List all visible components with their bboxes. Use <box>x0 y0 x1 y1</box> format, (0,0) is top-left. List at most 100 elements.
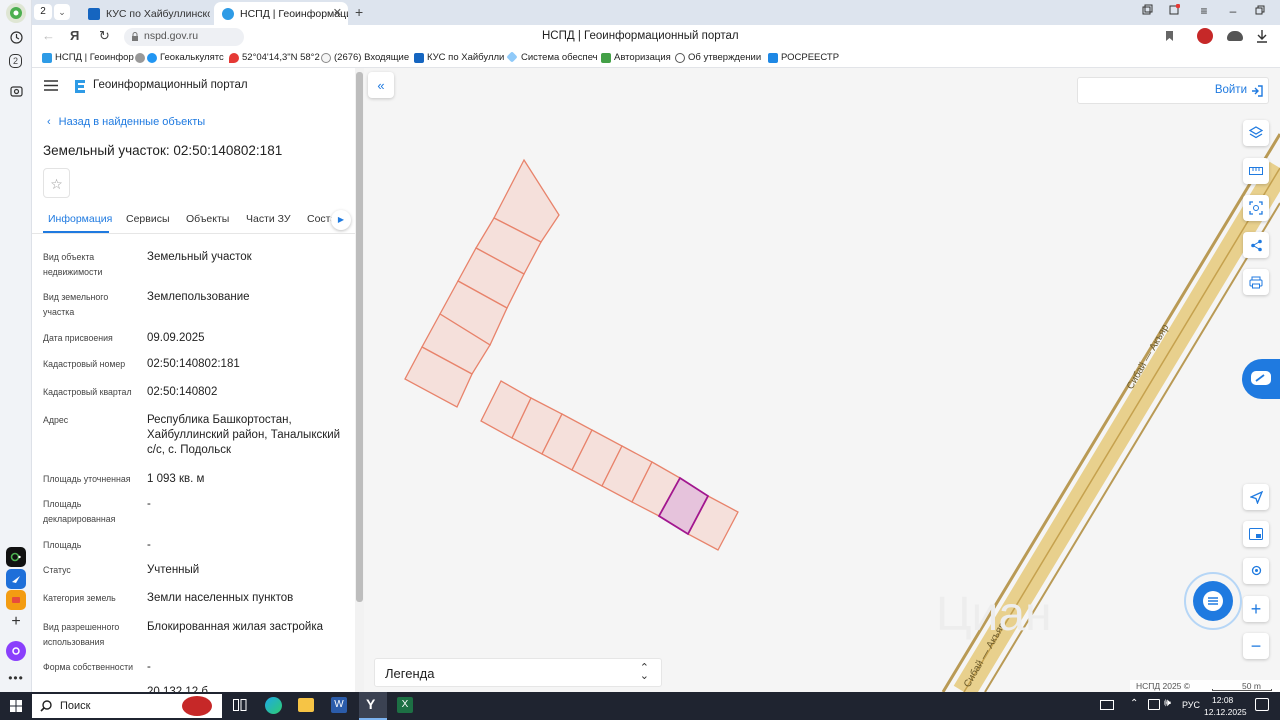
geolocation-icon[interactable] <box>1243 484 1269 510</box>
profile-icon[interactable] <box>1227 31 1243 41</box>
field-value: 02:50:140802:181 <box>147 358 240 370</box>
browser-logo-icon[interactable] <box>6 3 26 23</box>
zoom-in-icon[interactable]: + <box>1243 596 1269 622</box>
parcel-group-upper <box>404 158 560 408</box>
map-view[interactable]: Сибай — Акъяр Сибай — Акъяр Циан « Войти… <box>364 68 1280 692</box>
clock-date[interactable]: 12.12.2025 <box>1204 707 1247 717</box>
collapse-panel-icon[interactable]: « <box>368 72 394 98</box>
panel-scrollbar-thumb[interactable] <box>356 72 363 602</box>
back-icon[interactable]: ← <box>42 28 55 43</box>
bookmark-item[interactable]: НСПД | Геоинфор <box>42 52 134 63</box>
windows-start-icon[interactable] <box>10 700 22 715</box>
tabs-dropdown-icon[interactable]: ⌄ <box>54 4 70 20</box>
share-icon[interactable] <box>1243 232 1269 258</box>
network-icon[interactable] <box>1148 699 1160 710</box>
ruler-icon[interactable] <box>1243 158 1269 184</box>
task-view-icon[interactable] <box>233 699 247 714</box>
yandex-browser-taskbar-button[interactable]: Y <box>359 692 387 720</box>
file-explorer-icon[interactable] <box>298 698 314 712</box>
more-icon[interactable]: ••• <box>6 668 26 688</box>
word-icon[interactable]: W <box>331 697 347 713</box>
locate-point-icon[interactable] <box>1243 558 1269 584</box>
collections-icon[interactable] <box>1138 4 1156 18</box>
extension-icon[interactable] <box>1197 28 1213 44</box>
field-label: Вид разрешенного использования <box>43 622 120 647</box>
url-field[interactable]: nspd.gov.ru <box>124 28 244 46</box>
field-label: Статус <box>43 565 71 575</box>
tab-services[interactable]: Сервисы <box>126 213 170 225</box>
app-shortcut-icon-3[interactable] <box>6 590 26 610</box>
select-area-icon[interactable] <box>1243 195 1269 221</box>
watermark-text: Циан <box>936 588 1052 641</box>
tab-information[interactable]: Информация <box>48 213 112 225</box>
legend-label: Легенда <box>385 666 435 681</box>
bookmark-item[interactable]: Об утверждении <box>675 52 761 63</box>
history-icon[interactable] <box>6 27 26 47</box>
language-indicator[interactable]: РУС <box>1182 700 1200 710</box>
tab-objects[interactable]: Объекты <box>186 213 229 225</box>
search-placeholder: Поиск <box>60 700 91 712</box>
hamburger-menu-icon[interactable] <box>44 80 58 94</box>
map-canvas[interactable]: Сибай — Акъяр Сибай — Акъяр Циан <box>364 68 1280 692</box>
clock-time[interactable]: 12:08 <box>1212 695 1233 705</box>
taskbar-search-box[interactable]: Поиск <box>32 694 222 718</box>
field-value: Учтенный <box>147 564 200 576</box>
add-icon[interactable]: + <box>6 612 26 632</box>
legend-panel[interactable]: Легенда ⌃ ⌄ <box>374 658 662 687</box>
address-bar-row: ← Я ↻ nspd.gov.ru НСПД | Геоинформационн… <box>32 25 1280 49</box>
bookmark-item[interactable]: (2676) Входящие <box>321 52 409 63</box>
tab-kus[interactable]: КУС по Хайбуллинскому р <box>80 2 210 25</box>
bookmark-item[interactable]: 52°04'14,3"N 58°2 <box>229 52 320 63</box>
print-icon[interactable] <box>1243 269 1269 295</box>
volume-icon[interactable]: 🕪 <box>1164 697 1171 710</box>
menu-icon[interactable]: ≡ <box>1195 4 1213 18</box>
portal-title: Геоинформационный портал <box>93 79 248 91</box>
bookmark-item[interactable]: Авторизация <box>601 52 671 63</box>
zoom-out-icon[interactable]: − <box>1243 633 1269 659</box>
tab-counter-icon[interactable]: 2 <box>9 54 22 68</box>
outlook-favicon-icon <box>88 8 100 20</box>
tray-expand-icon[interactable]: ⌃ <box>1130 698 1138 709</box>
field-value: Земли населенных пунктов <box>147 592 294 604</box>
layers-icon[interactable] <box>1243 120 1269 146</box>
bookmark-item[interactable]: РОСРЕЕСТР <box>768 52 839 63</box>
keyboard-icon[interactable] <box>1100 700 1114 710</box>
bookmark-item[interactable]: КУС по Хайбулли <box>414 52 504 63</box>
chat-button[interactable] <box>1193 581 1233 621</box>
address-value: Республика Башкортостан, Хайбуллинский р… <box>147 414 341 456</box>
bookmark-icon[interactable] <box>1165 30 1174 45</box>
geocalc-favicon-icon <box>147 53 157 63</box>
tabs-scroll-right-icon[interactable]: ▶ <box>331 210 351 230</box>
yandex-icon[interactable]: Я <box>70 28 79 43</box>
alice-icon[interactable] <box>6 641 26 661</box>
bell-icon[interactable] <box>1165 3 1183 19</box>
bookmark-item[interactable]: Система обеспеч <box>506 51 598 63</box>
reload-icon[interactable]: ↻ <box>99 28 110 44</box>
back-to-results-link[interactable]: ‹ Назад в найденные объекты <box>47 116 205 128</box>
app-shortcut-icon-1[interactable] <box>6 547 26 567</box>
field-value: Землепользование <box>147 291 250 303</box>
minimap-icon[interactable] <box>1243 521 1269 547</box>
login-icon[interactable] <box>1251 85 1263 97</box>
field-value: - <box>147 498 151 510</box>
tab-nspd[interactable]: НСПД | Геоинформаци ✕ <box>214 2 348 25</box>
edge-icon[interactable] <box>265 697 282 714</box>
feedback-tab[interactable] <box>1242 359 1280 399</box>
bookmark-item[interactable]: Геокалькулятс <box>135 52 224 63</box>
tab-count-badge[interactable]: 2 <box>34 4 52 20</box>
tab-bar: 2 ⌄ КУС по Хайбуллинскому р НСПД | Геоин… <box>32 0 1280 25</box>
field-label: Кадастровый квартал <box>43 387 132 397</box>
expand-legend-icon[interactable]: ⌃ ⌄ <box>640 663 649 682</box>
minimize-icon[interactable]: – <box>1224 4 1242 18</box>
restore-icon[interactable] <box>1251 4 1269 18</box>
download-icon[interactable] <box>1256 29 1268 46</box>
new-tab-icon[interactable]: + <box>355 4 363 20</box>
favorite-star-icon[interactable]: ☆ <box>43 168 70 198</box>
login-button[interactable]: Войти <box>1215 84 1247 96</box>
tab-parts[interactable]: Части ЗУ <box>246 213 291 225</box>
close-tab-icon[interactable]: ✕ <box>333 6 342 19</box>
notifications-icon[interactable] <box>1255 698 1269 711</box>
excel-icon[interactable]: X <box>397 697 413 713</box>
screenshot-icon[interactable] <box>6 81 26 101</box>
app-shortcut-icon-2[interactable] <box>6 569 26 589</box>
